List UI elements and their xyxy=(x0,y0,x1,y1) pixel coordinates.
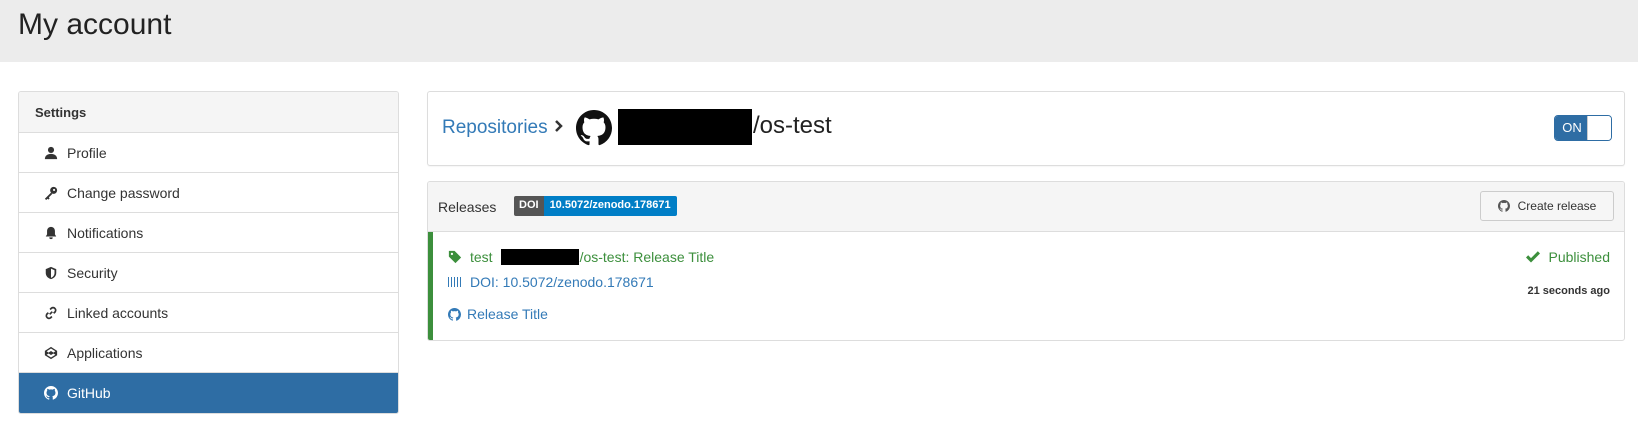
barcode-icon xyxy=(448,277,462,287)
release-status-label: Published xyxy=(1548,249,1611,265)
release-item: test /os-test: Release Title DOI: 10.507… xyxy=(428,232,1624,340)
check-icon xyxy=(1525,251,1540,263)
doi-badge[interactable]: DOI 10.5072/zenodo.178671 xyxy=(514,196,677,216)
repository-name: /os-test xyxy=(753,112,832,139)
sidebar-item-security[interactable]: Security xyxy=(19,253,398,293)
sidebar-item-label: GitHub xyxy=(67,385,111,401)
redacted-owner-name xyxy=(618,109,752,145)
sidebar-item-label: Applications xyxy=(67,344,143,361)
doi-badge-key: DOI xyxy=(514,196,544,216)
release-tag-suffix: /os-test: Release Title xyxy=(579,249,715,265)
github-icon xyxy=(448,307,461,321)
redacted-owner-name xyxy=(500,249,579,265)
sidebar-item-label: Linked accounts xyxy=(67,304,169,321)
release-timestamp: 21 seconds ago xyxy=(1527,285,1610,297)
sidebar-item-applications[interactable]: Applications xyxy=(19,333,398,373)
doi-badge-value: 10.5072/zenodo.178671 xyxy=(543,196,677,216)
key-icon xyxy=(43,185,59,201)
repositories-breadcrumb-link[interactable]: Repositories xyxy=(442,117,548,139)
user-icon xyxy=(43,145,59,161)
sidebar-item-profile[interactable]: Profile xyxy=(19,133,398,173)
repository-header-panel: Repositories /os-test ON xyxy=(427,91,1625,166)
release-doi-link[interactable]: DOI: 10.5072/zenodo.178671 xyxy=(448,274,654,290)
tag-icon xyxy=(448,250,462,264)
release-doi-text: DOI: 10.5072/zenodo.178671 xyxy=(470,274,654,290)
sidebar-item-change-password[interactable]: Change password xyxy=(19,173,398,213)
page-header: My account xyxy=(0,0,1638,62)
sidebar-item-label: Profile xyxy=(67,144,107,161)
link-icon xyxy=(43,305,59,321)
releases-panel: Releases DOI 10.5072/zenodo.178671 Creat… xyxy=(427,181,1625,341)
release-tag-prefix: test xyxy=(470,249,493,265)
toggle-on-label: ON xyxy=(1555,116,1589,140)
sidebar-item-github[interactable]: GitHub xyxy=(19,373,398,413)
release-github-link[interactable]: Release Title xyxy=(448,306,548,322)
bell-icon xyxy=(43,225,59,241)
toggle-handle xyxy=(1587,116,1611,140)
sidebar-item-label: Security xyxy=(67,264,118,281)
create-release-button[interactable]: Create release xyxy=(1480,191,1614,221)
release-status: Published xyxy=(1525,249,1611,265)
settings-sidebar: Settings Profile Change password Notific… xyxy=(18,91,399,414)
codepen-icon xyxy=(43,345,59,361)
release-tag-link[interactable]: test /os-test: Release Title xyxy=(448,249,714,265)
create-release-label: Create release xyxy=(1517,199,1597,213)
github-icon xyxy=(1497,200,1510,212)
sidebar-item-notifications[interactable]: Notifications xyxy=(19,213,398,253)
github-icon xyxy=(576,110,612,146)
github-icon xyxy=(43,385,59,401)
shield-icon xyxy=(43,265,59,281)
sidebar-item-label: Notifications xyxy=(67,224,144,241)
releases-title: Releases xyxy=(438,199,497,215)
chevron-right-icon xyxy=(555,120,563,132)
page-title: My account xyxy=(18,8,172,41)
sidebar-item-linked-accounts[interactable]: Linked accounts xyxy=(19,293,398,333)
releases-header: Releases DOI 10.5072/zenodo.178671 Creat… xyxy=(428,182,1624,232)
release-title-link-label: Release Title xyxy=(467,306,548,322)
sidebar-heading: Settings xyxy=(19,92,398,133)
repository-enable-toggle[interactable]: ON xyxy=(1554,115,1612,141)
sidebar-item-label: Change password xyxy=(67,184,180,201)
